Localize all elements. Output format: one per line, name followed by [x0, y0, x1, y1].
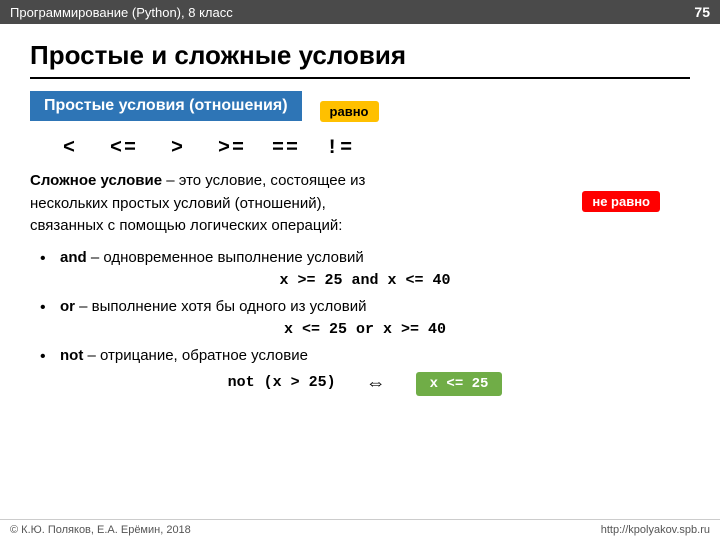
- section-header: Простые условия (отношения): [30, 91, 302, 121]
- op-le: <=: [104, 137, 144, 160]
- bullet-and-text: – одновременное выполнение условий: [87, 249, 364, 266]
- bullet-not-text: – отрицание, обратное условие: [83, 347, 308, 364]
- badge-ravno: равно: [320, 101, 379, 122]
- slide-number: 75: [694, 4, 710, 20]
- badge-neravno: не равно: [582, 191, 660, 212]
- code-not: not (x > 25): [228, 374, 336, 391]
- footer: © К.Ю. Поляков, Е.А. Ерёмин, 2018 http:/…: [0, 519, 720, 540]
- bullet-and: and – одновременное выполнение условий: [40, 246, 690, 270]
- badge-xle25: x <= 25: [416, 372, 503, 396]
- op-lt: <: [50, 137, 90, 160]
- bullet-not-kw: not: [60, 347, 83, 364]
- section-header-text: Простые условия (отношения): [44, 97, 288, 114]
- op-eq: ==: [266, 137, 306, 160]
- operators-row: < <= > >= == !=: [50, 137, 690, 160]
- code-or: x <= 25 or x >= 40: [40, 321, 690, 338]
- main-content: Простые и сложные условия Простые услови…: [0, 24, 720, 406]
- not-block: not (x > 25) ⇔ x <= 25: [40, 372, 690, 396]
- code-and-text: x >= 25 and x <= 40: [279, 272, 450, 289]
- page-title: Простые и сложные условия: [30, 40, 690, 79]
- bullet-or-text: – выполнение хотя бы одного из условий: [75, 298, 366, 315]
- top-bar: Программирование (Python), 8 класс 75: [0, 0, 720, 24]
- code-or-text: x <= 25 or x >= 40: [284, 321, 446, 338]
- op-ne: !=: [320, 137, 360, 160]
- code-and: x >= 25 and x <= 40: [40, 272, 690, 289]
- course-title: Программирование (Python), 8 класс: [10, 5, 233, 20]
- bullet-or-kw: or: [60, 298, 75, 315]
- footer-copyright: © К.Ю. Поляков, Е.А. Ерёмин, 2018: [10, 524, 191, 536]
- bullet-list: and – одновременное выполнение условий x…: [40, 246, 690, 396]
- bullet-or: or – выполнение хотя бы одного из услови…: [40, 295, 690, 319]
- complex-intro-bold: Сложное условие: [30, 172, 162, 189]
- section-header-row: Простые условия (отношения) равно не рав…: [30, 91, 690, 131]
- bullet-and-kw: and: [60, 249, 87, 266]
- not-line: not (x > 25) ⇔ x <= 25: [40, 372, 690, 396]
- arrow-symbol: ⇔: [366, 372, 386, 395]
- op-ge: >=: [212, 137, 252, 160]
- footer-url: http://kpolyakov.spb.ru: [601, 524, 710, 536]
- bullet-not: not – отрицание, обратное условие: [40, 344, 690, 368]
- op-gt: >: [158, 137, 198, 160]
